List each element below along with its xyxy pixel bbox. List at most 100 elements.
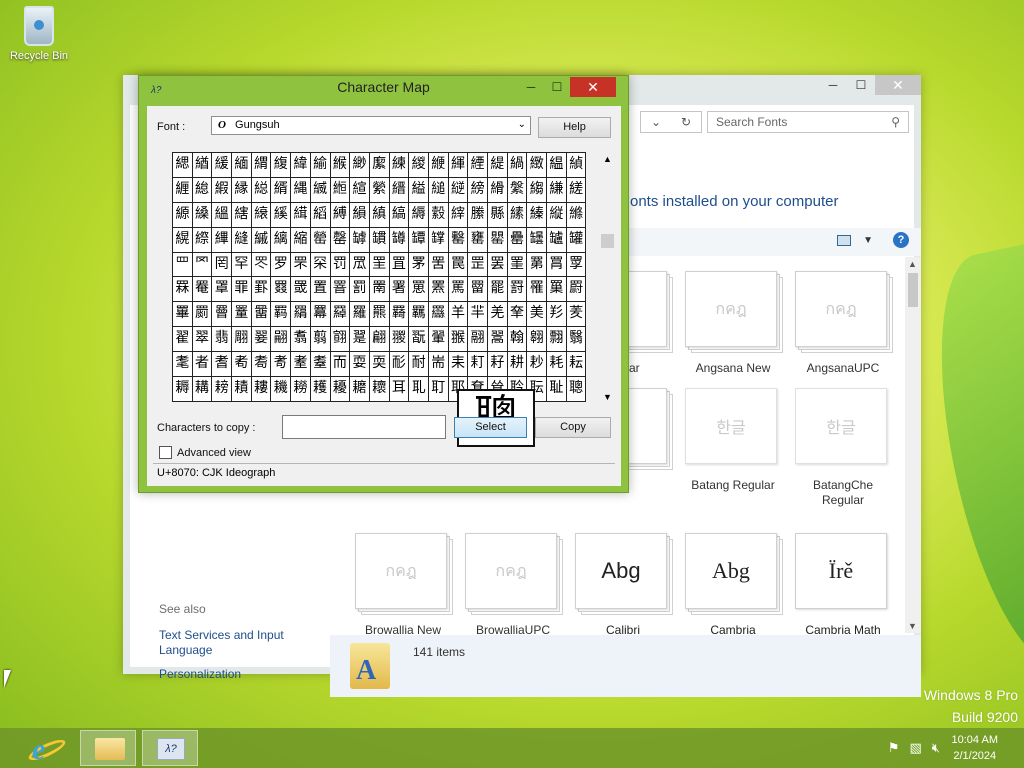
char-cell[interactable]: 緿 <box>192 177 213 203</box>
char-cell[interactable]: 翯 <box>488 327 508 353</box>
char-cell[interactable]: 罿 <box>232 302 252 328</box>
char-cell[interactable]: 縫 <box>232 227 252 253</box>
char-cell[interactable]: 縢 <box>468 202 488 228</box>
char-cell[interactable]: 罴 <box>428 277 449 303</box>
close-button[interactable]: ✕ <box>875 75 921 95</box>
font-tile[interactable]: 한글 Batang Regular <box>685 388 781 493</box>
grid-scrollbar[interactable]: ▲ ▼ <box>599 152 616 404</box>
char-cell[interactable]: 罾 <box>212 302 233 328</box>
maximize-button[interactable]: ☐ <box>847 75 875 95</box>
char-cell[interactable]: 縩 <box>192 227 213 253</box>
change-view-icon[interactable] <box>837 235 851 246</box>
char-cell[interactable]: 耆 <box>212 352 233 378</box>
char-cell[interactable]: 罈 <box>409 227 429 253</box>
char-cell[interactable]: 緰 <box>310 153 331 178</box>
char-cell[interactable]: 縥 <box>527 202 548 228</box>
char-cell[interactable]: 罸 <box>507 277 528 303</box>
char-cell[interactable]: 緮 <box>271 153 292 178</box>
char-cell[interactable]: 耉 <box>271 352 292 378</box>
char-cell[interactable]: 緾 <box>173 177 193 203</box>
char-cell[interactable]: 翡 <box>212 327 233 353</box>
font-select[interactable]: O Gungsuh ⌄ <box>211 116 531 135</box>
char-cell[interactable]: 耑 <box>428 352 449 378</box>
char-cell[interactable]: 緳 <box>369 153 390 178</box>
char-cell[interactable]: 縗 <box>251 202 272 228</box>
char-cell[interactable]: 耏 <box>389 352 410 378</box>
char-cell[interactable]: 羅 <box>350 302 370 328</box>
char-cell[interactable]: 耖 <box>527 352 548 378</box>
char-cell[interactable]: 罖 <box>251 252 272 278</box>
char-cell[interactable]: 罍 <box>507 227 528 253</box>
char-cell[interactable]: 縖 <box>232 202 252 228</box>
copy-button[interactable]: Copy <box>535 417 611 438</box>
char-cell[interactable]: 翮 <box>468 327 488 353</box>
char-cell[interactable]: 罭 <box>291 277 311 303</box>
font-tile[interactable]: กคฎ BrowalliaUPC <box>465 533 563 638</box>
char-cell[interactable]: 縡 <box>448 202 469 228</box>
char-cell[interactable]: 罼 <box>173 302 193 328</box>
char-cell[interactable]: 緯 <box>291 153 311 178</box>
char-cell[interactable]: 縋 <box>428 177 449 203</box>
char-cell[interactable]: 耓 <box>468 352 488 378</box>
char-cell[interactable]: 翢 <box>232 327 252 353</box>
char-cell[interactable]: 耰 <box>330 377 351 402</box>
font-tile[interactable]: Abg Calibri <box>575 533 673 638</box>
char-cell[interactable]: 耗 <box>547 352 567 378</box>
char-cell[interactable]: 罆 <box>369 227 390 253</box>
char-cell[interactable]: 縑 <box>547 177 567 203</box>
font-tile[interactable]: กคฎ AngsanaUPC <box>795 271 893 376</box>
char-cell[interactable]: 罫 <box>251 277 272 303</box>
char-cell[interactable]: 罠 <box>448 252 469 278</box>
char-cell[interactable]: 罪 <box>232 277 252 303</box>
chars-to-copy-input[interactable] <box>282 415 446 439</box>
char-cell[interactable]: 縚 <box>310 202 331 228</box>
char-cell[interactable]: 翧 <box>330 327 351 353</box>
char-cell[interactable]: 羂 <box>291 302 311 328</box>
char-cell[interactable]: 耔 <box>488 352 508 378</box>
char-cell[interactable]: 縨 <box>173 227 193 253</box>
char-cell[interactable]: 罙 <box>310 252 331 278</box>
char-cell[interactable]: 罕 <box>232 252 252 278</box>
font-tile[interactable]: 한글 BatangChe Regular <box>795 388 891 508</box>
char-cell[interactable]: 罱 <box>369 277 390 303</box>
font-tile[interactable]: Ïrě Cambria Math <box>795 533 891 638</box>
minimize-button[interactable]: ─ <box>819 75 847 95</box>
char-cell[interactable]: 翱 <box>527 327 548 353</box>
volume-muted-icon[interactable]: 🔇︎ <box>932 740 940 756</box>
network-icon[interactable]: ▧ <box>910 740 922 756</box>
char-cell[interactable]: 縘 <box>271 202 292 228</box>
character-map-taskbar-button[interactable]: λ? <box>142 730 198 766</box>
char-cell[interactable]: 聰 <box>566 377 587 402</box>
char-cell[interactable]: 罞 <box>409 252 429 278</box>
char-cell[interactable]: 縝 <box>369 202 390 228</box>
char-cell[interactable]: 罔 <box>212 252 233 278</box>
char-cell[interactable]: 縇 <box>350 177 370 203</box>
char-cell[interactable]: 羐 <box>566 302 587 328</box>
char-cell[interactable]: 罦 <box>566 252 587 278</box>
char-cell[interactable]: 縕 <box>212 202 233 228</box>
char-cell[interactable]: 縟 <box>409 202 429 228</box>
char-cell[interactable]: 羀 <box>251 302 272 328</box>
char-cell[interactable]: 罤 <box>527 252 548 278</box>
char-cell[interactable]: 縦 <box>547 202 567 228</box>
char-cell[interactable]: 罩 <box>212 277 233 303</box>
char-cell[interactable]: 縣 <box>488 202 508 228</box>
char-cell[interactable]: 翟 <box>173 327 193 353</box>
char-cell[interactable]: 羍 <box>507 302 528 328</box>
char-cell[interactable]: 縠 <box>428 202 449 228</box>
char-cell[interactable]: 耊 <box>291 352 311 378</box>
char-cell[interactable]: 罇 <box>389 227 410 253</box>
char-cell[interactable]: 罳 <box>409 277 429 303</box>
char-cell[interactable]: 罄 <box>330 227 351 253</box>
char-cell[interactable]: 縓 <box>173 202 193 228</box>
address-dropdown-icon[interactable]: ⌄ <box>651 115 661 129</box>
char-cell[interactable]: 罺 <box>547 277 567 303</box>
char-cell[interactable]: 置 <box>310 277 331 303</box>
char-cell[interactable]: 罎 <box>527 227 548 253</box>
personalization-link[interactable]: Personalization <box>159 667 309 682</box>
char-cell[interactable]: 耇 <box>232 352 252 378</box>
scroll-down-icon[interactable]: ▼ <box>908 621 917 631</box>
char-cell[interactable]: 罃 <box>310 227 331 253</box>
char-cell[interactable]: 羊 <box>448 302 469 328</box>
char-cell[interactable]: 罅 <box>350 227 370 253</box>
